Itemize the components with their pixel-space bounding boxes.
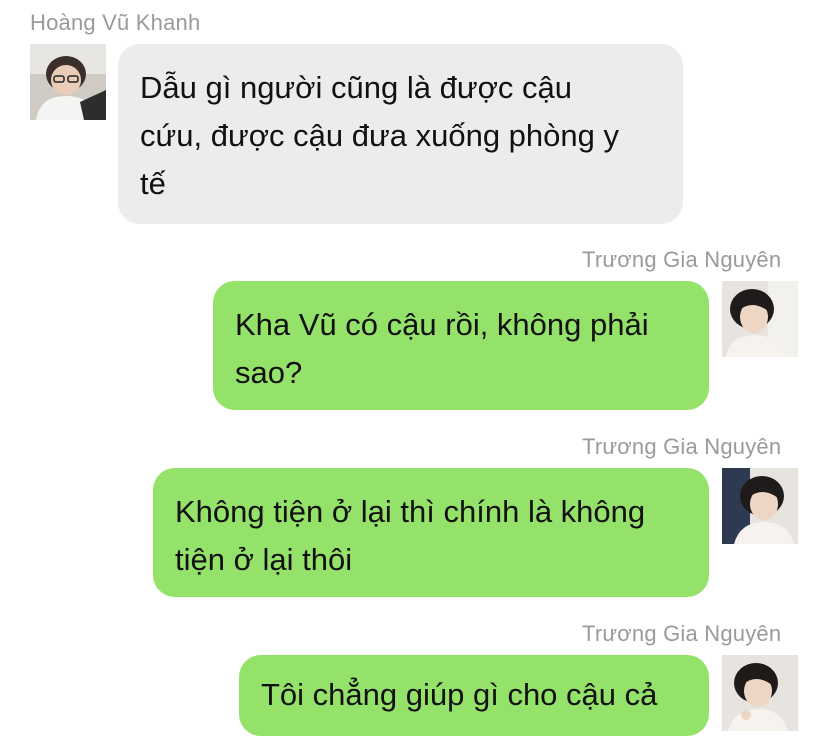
- message-bubble-outgoing[interactable]: Tôi chẳng giúp gì cho cậu cả: [239, 655, 709, 736]
- chat-thread: Hoàng Vũ Khanh Dẫu gì người cũng là được…: [0, 0, 828, 747]
- message-line: cứu, được cậu đưa xuống phòng y: [140, 118, 619, 153]
- avatar[interactable]: [722, 281, 798, 357]
- sender-name: Trương Gia Nguyên: [582, 621, 782, 646]
- message-line: sao?: [235, 355, 303, 390]
- avatar[interactable]: [722, 468, 798, 544]
- sender-name: Trương Gia Nguyên: [582, 247, 782, 272]
- sender-name: Hoàng Vũ Khanh: [30, 10, 201, 35]
- message-bubble-outgoing[interactable]: Kha Vũ có cậu rồi, không phải sao?: [213, 281, 709, 410]
- message-line: tế: [140, 166, 166, 201]
- message-line: Tôi chẳng giúp gì cho cậu cả: [261, 677, 658, 712]
- message-bubble-outgoing[interactable]: Không tiện ở lại thì chính là không tiện…: [153, 468, 709, 597]
- avatar[interactable]: [722, 655, 798, 731]
- message-line: tiện ở lại thôi: [175, 542, 353, 577]
- message-bubble-incoming[interactable]: Dẫu gì người cũng là được cậu cứu, được …: [118, 44, 683, 224]
- avatar[interactable]: [30, 44, 106, 120]
- message-line: Không tiện ở lại thì chính là không: [175, 494, 646, 529]
- message-line: Dẫu gì người cũng là được cậu: [140, 70, 573, 105]
- message-line: Kha Vũ có cậu rồi, không phải: [235, 307, 649, 342]
- sender-name: Trương Gia Nguyên: [582, 434, 782, 459]
